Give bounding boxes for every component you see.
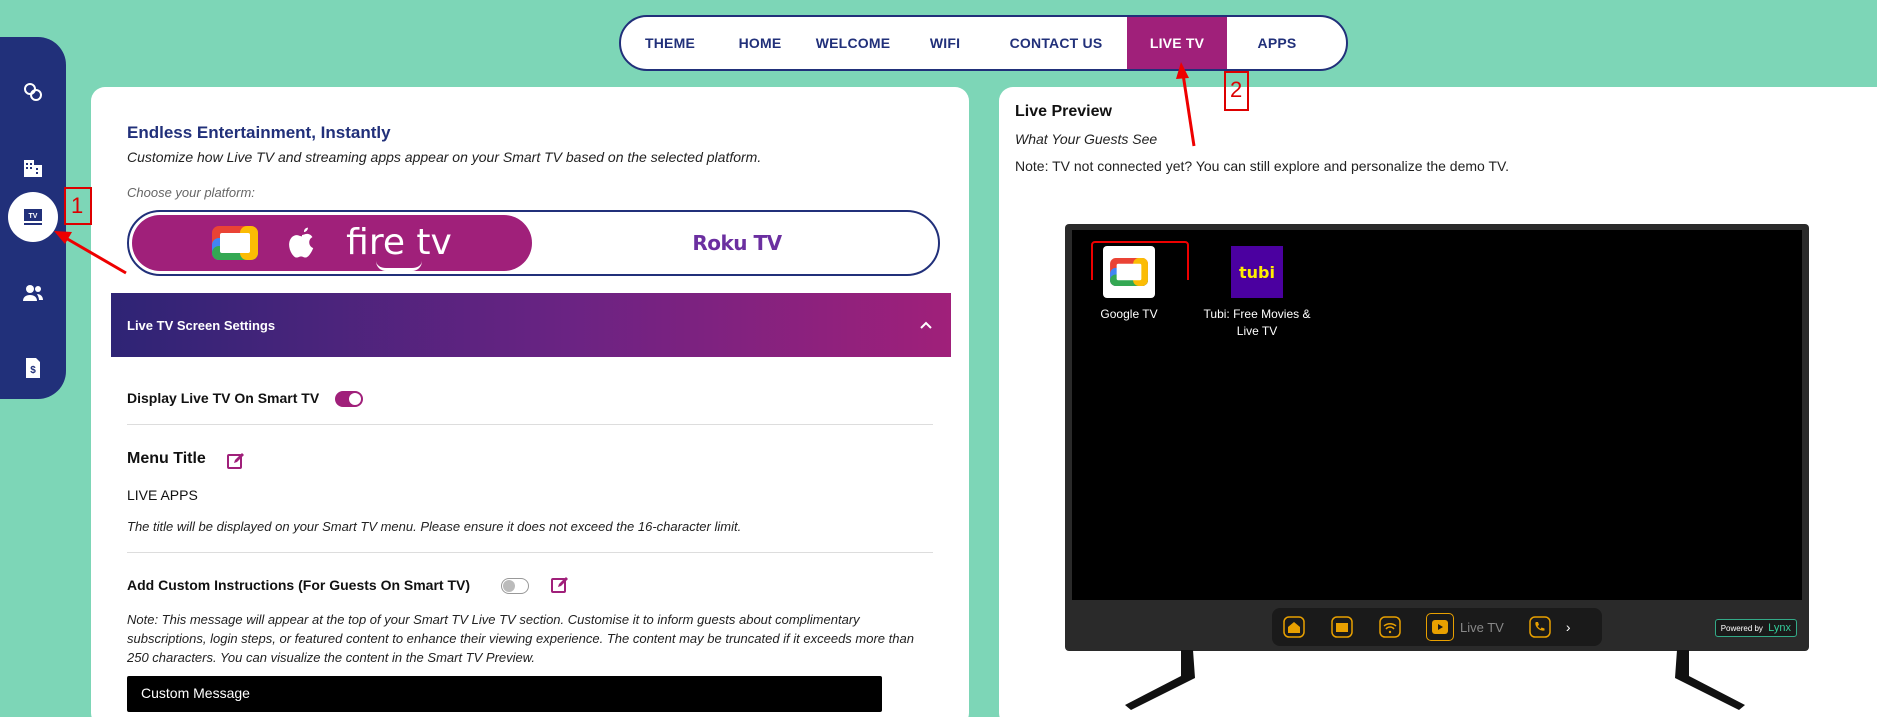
phone-icon[interactable] <box>1528 615 1552 639</box>
display-live-tv-label: Display Live TV On Smart TV <box>127 390 320 406</box>
dock-live-tv-label: Live TV <box>1460 619 1504 635</box>
play-icon <box>1426 613 1454 641</box>
preview-title: Live Preview <box>1015 103 1112 120</box>
tubi-app-icon: tubi <box>1231 246 1283 298</box>
home-icon[interactable] <box>1282 615 1306 639</box>
preview-subtitle: What Your Guests See <box>1015 131 1158 147</box>
tv-screen: Google TV tubi Tubi: Free Movies & Live … <box>1072 230 1802 600</box>
powered-by-text: Powered by <box>1720 624 1763 633</box>
custom-instructions-toggle[interactable] <box>501 578 529 594</box>
tubi-logo-text: tubi <box>1239 262 1275 282</box>
top-nav: THEME HOME WELCOME WIFI CONTACT US LIVE … <box>619 15 1348 71</box>
live-tv-screen-settings-header[interactable]: Live TV Screen Settings <box>111 293 951 357</box>
platform-label: Choose your platform: <box>127 185 255 200</box>
tab-wifi[interactable]: WIFI <box>905 17 985 69</box>
tab-apps[interactable]: APPS <box>1227 17 1327 69</box>
svg-text:$: $ <box>30 365 36 376</box>
chevron-right-icon[interactable]: › <box>1566 619 1571 635</box>
wifi-icon[interactable] <box>1378 615 1402 639</box>
tab-welcome[interactable]: WELCOME <box>801 17 905 69</box>
custom-instructions-note: Note: This message will appear at the to… <box>127 612 914 665</box>
sidebar: TV $ <box>0 37 66 399</box>
menu-title-value: LIVE APPS <box>127 487 198 503</box>
annotation-number-1: 1 <box>71 193 84 218</box>
custom-instructions-label: Add Custom Instructions (For Guests On S… <box>127 577 471 593</box>
building-icon <box>24 160 42 177</box>
invoice-icon: $ <box>26 358 40 378</box>
google-tv-icon <box>212 226 259 260</box>
google-tv-highlight <box>1091 241 1189 280</box>
tab-home[interactable]: HOME <box>719 17 801 69</box>
annotation-number-2: 2 <box>1230 77 1243 102</box>
brand-name: Lynx <box>1768 622 1791 634</box>
tv-dock: Live TV › <box>1272 608 1602 646</box>
firetv-logo: fire tv <box>346 222 452 271</box>
divider <box>127 424 933 425</box>
app-name: Google TV <box>1100 307 1158 321</box>
svg-text:TV: TV <box>29 213 38 220</box>
menu-title-label: Menu Title <box>127 450 206 467</box>
tv-icon: TV <box>24 209 42 225</box>
sidebar-item-integrations[interactable] <box>8 67 58 117</box>
tv-preview: Google TV tubi Tubi: Free Movies & Live … <box>1065 224 1809 651</box>
platform-option-roku[interactable]: Roku TV <box>532 212 938 274</box>
firetv-logo-text: fire tv <box>346 222 452 263</box>
divider <box>127 552 933 553</box>
edit-menu-title-icon[interactable] <box>227 452 245 470</box>
sidebar-item-tv[interactable]: TV <box>8 192 58 242</box>
tab-contact-us[interactable]: CONTACT US <box>985 17 1127 69</box>
live-tv-settings-panel: Endless Entertainment, Instantly Customi… <box>91 87 969 717</box>
platform-selector: fire tv Roku TV <box>127 210 940 276</box>
edit-custom-instructions-icon[interactable] <box>551 576 569 594</box>
apple-icon <box>289 227 314 258</box>
sidebar-item-billing[interactable]: $ <box>8 343 58 393</box>
tab-live-tv[interactable]: LIVE TV <box>1127 17 1227 69</box>
roku-logo: Roku TV <box>692 231 782 255</box>
app-name: Tubi: Free Movies & Live TV <box>1203 307 1311 338</box>
tv-leg-left <box>1125 650 1195 710</box>
sidebar-item-property[interactable] <box>8 143 58 193</box>
users-icon <box>23 285 43 301</box>
platform-option-google-apple-firetv[interactable]: fire tv <box>132 215 532 271</box>
section-title: Live TV Screen Settings <box>127 317 276 333</box>
sidebar-item-guests[interactable] <box>8 268 58 318</box>
welcome-icon[interactable] <box>1330 615 1354 639</box>
tab-theme[interactable]: THEME <box>621 17 719 69</box>
custom-message-input[interactable]: Custom Message <box>127 676 882 712</box>
chevron-up-icon <box>920 321 932 329</box>
page-subheading: Customize how Live TV and streaming apps… <box>127 149 762 165</box>
page-heading: Endless Entertainment, Instantly <box>127 123 391 142</box>
display-live-tv-toggle[interactable] <box>335 391 363 407</box>
tv-leg-right <box>1675 650 1745 710</box>
dock-live-tv[interactable]: Live TV <box>1426 613 1504 641</box>
powered-by-badge: Powered by Lynx <box>1714 619 1797 637</box>
menu-title-note: The title will be displayed on your Smar… <box>127 519 742 534</box>
link-circles-icon <box>24 83 42 101</box>
preview-note: Note: TV not connected yet? You can stil… <box>1015 158 1509 174</box>
live-preview-panel: Live Preview What Your Guests See Note: … <box>999 87 1877 717</box>
